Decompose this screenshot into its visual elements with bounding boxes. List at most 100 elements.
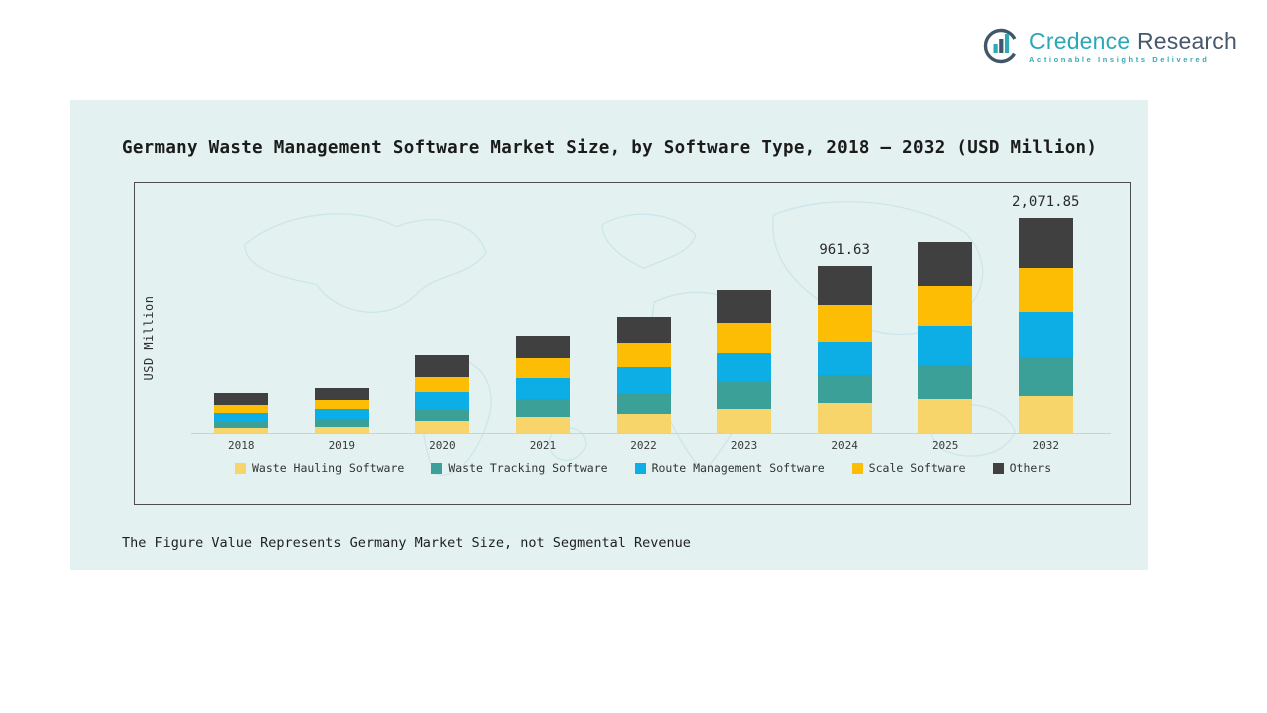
bar-segment [415,355,470,378]
bar-value-label: 2,071.85 [1012,194,1080,210]
bar-segment [314,387,369,400]
bar-segment [918,399,973,433]
bar-segment [314,399,369,409]
chart-frame: USD Million 2018 2019 2020 2021 2022 2023 961.… [134,182,1131,505]
bar-segment [214,392,269,405]
chart-legend: Waste Hauling Software Waste Tracking Sof… [235,461,1051,475]
bar-segment [817,304,872,342]
bar-segment [717,290,772,324]
bar-column-2019: 2019 [292,183,393,452]
legend-swatch [851,462,863,474]
bar-column-2025: 2025 [895,183,996,452]
x-axis-line [191,433,1111,434]
legend-label: Waste Tracking Software [448,461,608,475]
bar-segment [616,393,671,415]
logo-text: Credence Research Actionable Insights De… [1029,29,1237,64]
bar-segment [616,343,671,368]
legend-swatch [431,462,443,474]
bar-segment [515,357,570,378]
logo-brand-name: Credence Research [1029,29,1237,53]
x-axis-tick-label: 2021 [529,439,557,452]
bar-segment [214,404,269,413]
stacked-bar-2018 [214,392,269,433]
bar-segment [918,365,973,399]
bar-segment [717,323,772,354]
stacked-bar-2022 [616,316,671,433]
bar-segment [717,382,772,409]
logo-bar-chart-icon [983,28,1019,64]
chart-title: Germany Waste Management Software Market… [122,138,1098,158]
bar-segment [214,412,269,422]
bar-column-2021: 2021 [493,183,594,452]
legend-swatch [235,462,246,474]
bar-segment [817,341,872,375]
bar-segment [415,377,470,393]
bar-column-2032: 2,071.85 2032 [996,183,1097,452]
stacked-bar-2020 [415,355,470,433]
bar-segment [1018,357,1073,397]
legend-label: Others [1009,461,1052,475]
logo-brand-secondary: Research [1136,27,1237,54]
bar-value-label: 961.63 [819,242,870,258]
bar-segment [616,367,671,394]
bar-segment [314,418,369,427]
x-axis-tick-label: 2022 [630,439,657,452]
plot-area: 2018 2019 2020 2021 2022 2023 961.63 2024 2025 2,… [191,183,1097,452]
y-axis-label: USD Million [142,295,156,381]
bar-column-2020: 2020 [392,183,493,452]
footnote: The Figure Value Represents Germany Mark… [122,535,691,551]
stacked-bar-2019 [314,387,369,433]
bar-segment [415,421,470,433]
bar-segment [515,335,570,358]
x-axis-tick-label: 2018 [228,439,255,452]
stacked-bar-2023 [717,290,772,433]
legend-swatch [992,462,1004,474]
legend-item: Waste Tracking Software [431,461,608,475]
bar-segment [918,285,973,326]
bar-segment [817,374,872,403]
bar-segment [616,316,671,344]
legend-item: Scale Software [851,461,966,475]
bar-segment [415,410,470,421]
x-axis-tick-label: 2024 [831,439,858,452]
bar-segment [515,417,570,433]
bar-segment [415,392,470,411]
bar-segment [616,414,671,433]
bar-column-2022: 2022 [593,183,694,452]
bar-column-2023: 2023 [694,183,795,452]
x-axis-tick-label: 2019 [328,439,356,452]
bar-segment [918,325,973,365]
legend-label: Route Management Software [651,461,825,475]
legend-label: Scale Software [868,461,966,475]
bar-column-2018: 2018 [191,183,292,452]
bar-segment [717,353,772,383]
chart-panel: Germany Waste Management Software Market… [70,100,1148,570]
legend-item: Route Management Software [634,461,825,475]
bar-segment [817,402,872,433]
logo-tagline: Actionable Insights Delivered [1029,54,1210,64]
stacked-bar-2025 [918,242,973,433]
stacked-bar-2021 [515,335,570,433]
bar-segment [515,377,570,399]
bar-segment [918,242,973,286]
credence-research-logo: Credence Research Actionable Insights De… [981,26,1237,66]
bar-segment [314,408,369,419]
bar-column-2024: 961.63 2024 [794,183,895,452]
stacked-bar-2032 [1018,218,1073,433]
legend-item: Others [992,461,1052,475]
x-axis-tick-label: 2032 [1032,439,1060,452]
x-axis-tick-label: 2025 [931,439,959,452]
bar-segment [1018,218,1073,269]
bar-segment [515,398,570,417]
bar-segment [817,265,872,305]
x-axis-tick-label: 2020 [429,439,456,452]
bar-segment [1018,312,1073,358]
legend-item: Waste Hauling Software [235,461,404,475]
bar-segment [1018,396,1073,433]
stacked-bar-2024 [817,265,872,433]
bar-segment [1018,268,1073,313]
bar-segment [717,409,772,433]
legend-label: Waste Hauling Software [252,461,405,475]
legend-swatch [634,462,646,474]
logo-brand-primary: Credence [1029,27,1131,54]
